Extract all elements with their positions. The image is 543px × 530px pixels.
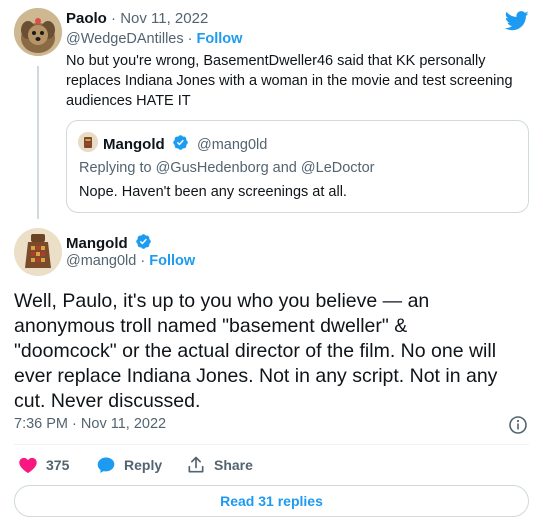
divider: [14, 444, 529, 445]
mention-link[interactable]: @LeDoctor: [301, 160, 375, 176]
reply-tweet-handle-row: @WedgeDAntilles · Follow: [66, 31, 242, 47]
tweet-text-line: Well, Paulo, it's up to you who you beli…: [14, 290, 430, 312]
display-name[interactable]: Mangold: [66, 235, 128, 252]
tweet-date[interactable]: Nov 11, 2022: [120, 10, 208, 27]
separator: ·: [72, 416, 77, 432]
reply-label: Reply: [124, 457, 163, 473]
replying-prefix: Replying to: [79, 160, 152, 176]
tweet-text-line: "doomcock" or the actual director of the…: [14, 340, 497, 362]
tweet-timestamp[interactable]: 7:36 PM · Nov 11, 2022: [14, 416, 166, 432]
reply-button[interactable]: Reply: [96, 455, 162, 475]
tweet-time: 7:36 PM: [14, 416, 68, 432]
reply-tweet-header: Paolo · Nov 11, 2022: [66, 10, 208, 27]
verified-badge-icon: [172, 134, 189, 155]
handle[interactable]: @mang0ld: [66, 253, 136, 269]
avatar[interactable]: [14, 228, 62, 276]
reply-tweet-text: No but you're wrong, BasementDweller46 s…: [66, 51, 513, 111]
separator: ·: [140, 253, 146, 269]
handle: @mang0ld: [197, 137, 268, 153]
separator: ·: [187, 31, 193, 47]
tweet-date: Nov 11, 2022: [80, 416, 167, 432]
read-replies-button[interactable]: Read 31 replies: [14, 485, 529, 517]
display-name: Mangold: [103, 136, 165, 153]
handle[interactable]: @WedgeDAntilles: [66, 31, 184, 47]
info-icon[interactable]: [508, 415, 528, 435]
avatar[interactable]: [14, 8, 62, 56]
quoted-tweet-header: Mangold @mang0ld: [103, 134, 267, 155]
display-name[interactable]: Paolo: [66, 10, 107, 27]
twitter-bird-icon[interactable]: [504, 10, 529, 32]
thread-connector-line: [37, 66, 39, 219]
verified-badge-icon: [135, 233, 152, 255]
tweet-text-line: replaces Indiana Jones with a woman in t…: [66, 73, 513, 89]
main-tweet-handle-row: @mang0ld · Follow: [66, 253, 195, 269]
tweet-text-line: anonymous troll named "basement dweller"…: [14, 315, 408, 337]
share-icon: [186, 455, 206, 475]
like-button[interactable]: 375: [18, 455, 69, 475]
quoted-tweet[interactable]: Mangold @mang0ld Replying to @GusHedenbo…: [66, 120, 529, 213]
like-count: 375: [46, 457, 70, 473]
follow-button[interactable]: Follow: [197, 31, 243, 47]
share-button[interactable]: Share: [186, 455, 253, 475]
replying-and: and: [272, 160, 297, 176]
mention-link[interactable]: @GusHedenborg: [156, 160, 269, 176]
heart-icon: [18, 455, 38, 475]
follow-button[interactable]: Follow: [149, 253, 195, 269]
tweet-text-line: No but you're wrong, BasementDweller46 s…: [66, 53, 486, 69]
tweet-text-line: ever replace Indiana Jones. Not in any s…: [14, 365, 498, 387]
tweet-text-line: cut. Never discussed.: [14, 390, 201, 412]
reply-bubble-icon: [96, 455, 116, 475]
main-tweet-header: Mangold: [66, 233, 152, 255]
share-label: Share: [214, 457, 253, 473]
main-tweet-text: Well, Paulo, it's up to you who you beli…: [14, 289, 529, 414]
quoted-tweet-text: Nope. Haven't been any screenings at all…: [79, 184, 347, 200]
tweet-text-line: audiences HATE IT: [66, 93, 191, 109]
replying-to-line: Replying to @GusHedenborg and @LeDoctor: [79, 160, 374, 176]
separator: ·: [111, 10, 117, 27]
avatar: [78, 132, 98, 152]
